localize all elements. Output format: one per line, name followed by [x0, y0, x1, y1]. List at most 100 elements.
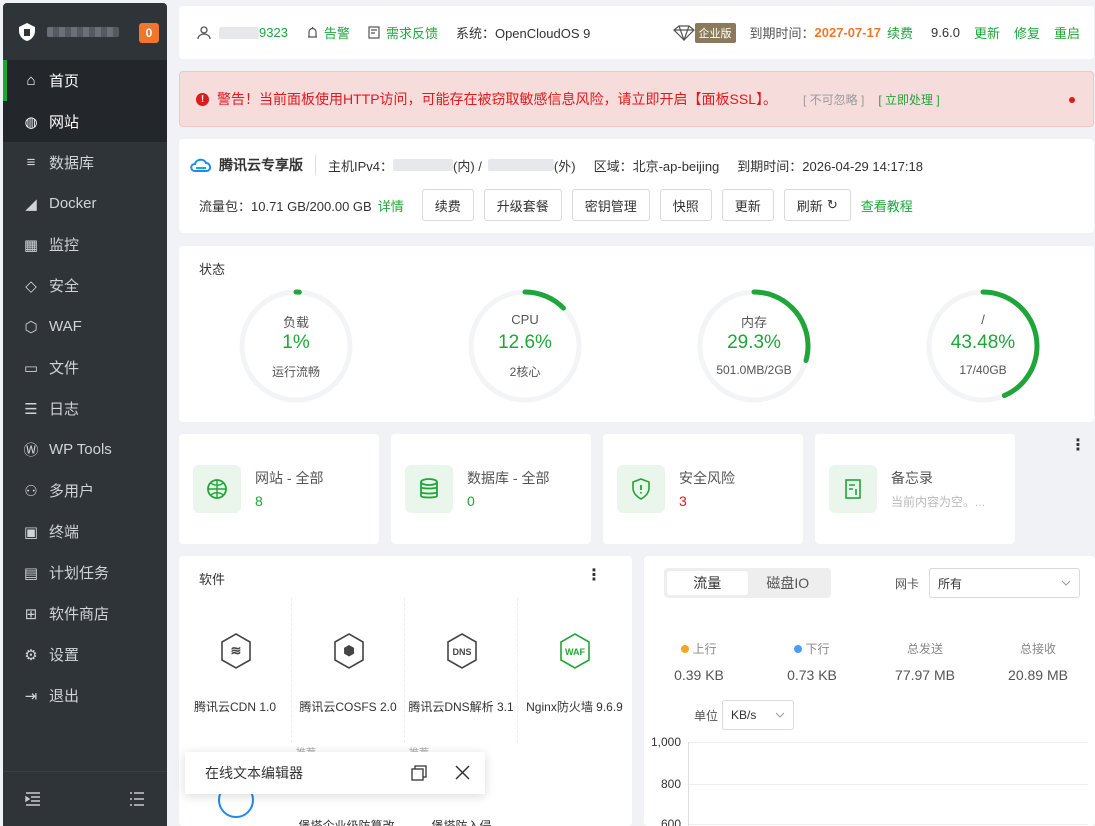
top-bar: 9323 告警 需求反馈 系统：OpenCloudOS 9 企业版 到期时间： … — [179, 6, 1094, 59]
sidebar-menu: ⌂ 首页 ◍ 网站 ≡ 数据库 ◢ Docker ▦ 监控 ◇ 安全 ⬡ WAF ▭ 文件 ☰ 日志 Ⓦ WP Too… — [3, 60, 167, 716]
sidebar-item-security[interactable]: ◇ 安全 — [3, 265, 167, 306]
folder-icon: ▭ — [23, 359, 39, 377]
cloud-button-0[interactable]: 续费 — [421, 189, 474, 221]
sidebar-item-label: WAF — [49, 318, 82, 335]
cloud-button-5[interactable]: 刷新 ↻ — [783, 189, 851, 221]
close-icon[interactable] — [455, 765, 470, 780]
legend-dot — [794, 645, 803, 653]
cloud-button-2[interactable]: 密钥管理 — [571, 189, 650, 221]
stat-value: 8 — [255, 493, 263, 509]
traffic-stat-label-wrap: 上行 — [644, 640, 754, 657]
sidebar-item-home[interactable]: ⌂ 首页 — [3, 60, 167, 101]
sidebar-item-multi-user[interactable]: ⚇ 多用户 — [3, 470, 167, 511]
sidebar-item-wp-tools[interactable]: Ⓦ WP Tools — [3, 429, 167, 470]
calendar-icon: ▤ — [23, 564, 39, 582]
stat-card-1[interactable]: 数据库 - 全部 0 — [391, 434, 591, 544]
sidebar-item-terminal[interactable]: ▣ 终端 — [3, 511, 167, 552]
tab-disk-io[interactable]: 磁盘IO — [748, 571, 829, 595]
stat-value: 3 — [679, 493, 687, 509]
stat-card-3[interactable]: 备忘录 当前内容为空。... — [815, 434, 1015, 544]
sidebar-item-label: 网站 — [49, 114, 80, 131]
logo-icon — [19, 22, 35, 41]
tutorial-link[interactable]: 查看教程 — [861, 196, 913, 215]
restart-link[interactable]: 重启 — [1054, 23, 1080, 42]
cloud-button-1[interactable]: 升级套餐 — [483, 189, 562, 221]
software-title: 软件 — [199, 572, 226, 587]
sidebar-item-label: 文件 — [49, 360, 80, 377]
traffic-stat-1: 下行 0.73 KB — [757, 640, 867, 683]
gauge-3[interactable]: / 43.48% 17/40GB — [923, 286, 1043, 406]
tencent-cloud-icon — [190, 158, 212, 172]
text-editor-window[interactable]: 在线文本编辑器 — [185, 752, 485, 794]
database-icon — [405, 465, 453, 513]
feedback-link[interactable]: 需求反馈 — [368, 23, 438, 42]
sidebar-item-label: Docker — [49, 195, 97, 212]
sidebar-item-monitor[interactable]: ▦ 监控 — [3, 224, 167, 265]
repair-link[interactable]: 修复 — [1014, 23, 1040, 42]
software-item-3[interactable]: WAF Nginx防火墙 9.6.9 — [518, 598, 631, 743]
cloud-info-panel: 腾讯云专享版 主机IPv4： (内) / (外) 区域：北京-ap-beijin… — [179, 139, 1094, 233]
update-link[interactable]: 更新 — [974, 23, 1000, 42]
notification-badge[interactable]: 0 — [139, 23, 159, 43]
apps-icon: ⊞ — [24, 605, 38, 623]
sidebar-item-files[interactable]: ▭ 文件 — [3, 347, 167, 388]
sidebar-item-database[interactable]: ≡ 数据库 — [3, 142, 167, 183]
y-tick-label: 800 — [660, 777, 681, 791]
software-item-0[interactable]: ≋ 腾讯云CDN 1.0 — [179, 598, 292, 743]
warning-icon: ! — [196, 92, 209, 106]
sidebar-item-cron[interactable]: ▤ 计划任务 — [3, 552, 167, 593]
stat-card-0[interactable]: 网站 - 全部 8 — [179, 434, 379, 544]
unit-select[interactable]: KB/s — [722, 700, 794, 730]
legend-dot — [681, 645, 690, 653]
cloud-button-3[interactable]: 快照 — [659, 189, 712, 221]
gauge-2[interactable]: 内存 29.3% 501.0MB/2GB — [694, 286, 814, 406]
cloud-button-label: 升级套餐 — [496, 198, 549, 214]
cloud-button-4[interactable]: 更新 — [721, 189, 774, 221]
status-panel: 状态 负载 1% 运行流畅 CPU 12.6% 2核心 内存 29.3% 501.0MB/2GB… — [179, 246, 1094, 422]
alert-handle-link[interactable]: [ 立即处理 ] — [878, 91, 939, 108]
traffic-stat-label-wrap: 总接收 — [983, 640, 1093, 657]
cdn-icon: ≋ — [221, 633, 251, 669]
gauge-0[interactable]: 负载 1% 运行流畅 — [236, 286, 356, 406]
sidebar-item-logout[interactable]: ⇥ 退出 — [3, 675, 167, 716]
sidebar-item-docker[interactable]: ◢ Docker — [3, 183, 167, 224]
collapse-icon[interactable] — [25, 792, 41, 806]
traffic-stat-value: 20.89 MB — [1008, 667, 1068, 683]
sidebar-item-settings[interactable]: ⚙ 设置 — [3, 634, 167, 675]
renew-link[interactable]: 续费 — [887, 23, 913, 42]
users-icon: ⚇ — [24, 482, 38, 500]
sidebar-item-website[interactable]: ◍ 网站 — [3, 101, 167, 142]
top-right: 企业版 到期时间： 2027-07-17 续费 9.6.0 更新 修复 重启 — [672, 22, 1095, 43]
refresh-icon: ↻ — [826, 197, 838, 212]
cloud-button-label: 快照 — [672, 198, 699, 214]
user-info[interactable]: 9323 — [197, 25, 288, 40]
alert-text: 警告！当前面板使用HTTP访问，可能存在被窃取敏感信息风险，请立即开启【面板SS… — [217, 91, 778, 107]
shield-icon: ◇ — [25, 277, 37, 295]
ipv4-outer-blurred — [487, 159, 554, 171]
software-name: 腾讯云DNS解析 3.1 — [408, 700, 514, 714]
alarm-link[interactable]: 告警 — [306, 23, 350, 42]
nic-select[interactable]: 所有 — [929, 568, 1080, 598]
alarm-icon — [307, 27, 317, 38]
sidebar-item-store[interactable]: ⊞ 软件商店 — [3, 593, 167, 634]
diamond-icon — [672, 24, 695, 41]
cloud-button-label: 更新 — [734, 198, 761, 214]
traffic-stat-label: 总发送 — [906, 642, 943, 656]
gauge-1[interactable]: CPU 12.6% 2核心 — [465, 286, 585, 406]
sidebar-item-waf[interactable]: ⬡ WAF — [3, 306, 167, 347]
software-name-partial: 堡塔防入侵 — [431, 819, 492, 826]
waf-icon: ⬡ — [24, 318, 38, 336]
software-more-icon[interactable]: ⋮ — [586, 568, 602, 584]
restore-window-icon[interactable] — [411, 765, 427, 781]
more-icon[interactable]: ⋮ — [1070, 438, 1086, 454]
traffic-detail-link[interactable]: 详情 — [378, 196, 404, 215]
software-item-1[interactable]: ⬢ 腾讯云COSFS 2.0 — [292, 598, 405, 743]
stat-card-2[interactable]: 安全风险 3 — [603, 434, 803, 544]
list-icon[interactable] — [129, 792, 145, 806]
gauge-value: 12.6% — [498, 332, 552, 353]
sidebar-item-logs[interactable]: ☰ 日志 — [3, 388, 167, 429]
traffic-stat-value: 0.73 KB — [787, 667, 837, 683]
expire-date: 2027-07-17 — [814, 25, 882, 40]
software-item-2[interactable]: DNS 腾讯云DNS解析 3.1 — [405, 598, 518, 743]
tab-traffic[interactable]: 流量 — [667, 571, 748, 595]
